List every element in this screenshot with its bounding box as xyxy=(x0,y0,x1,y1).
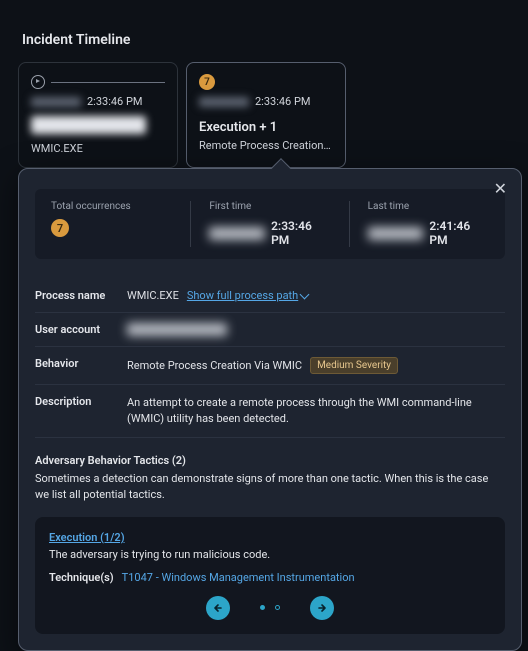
redacted-text xyxy=(209,227,265,240)
tactics-heading: Adversary Behavior Tactics (2) xyxy=(35,454,505,467)
behavior-label: Behavior xyxy=(35,357,127,374)
technique-link[interactable]: T1047 - Windows Management Instrumentati… xyxy=(122,571,355,584)
show-full-path-link[interactable]: Show full process path xyxy=(187,289,308,302)
redacted-text xyxy=(127,323,227,336)
description-label: Description xyxy=(35,395,127,427)
page-dot-active[interactable] xyxy=(260,605,265,610)
tactic-description: The adversary is trying to run malicious… xyxy=(49,548,491,561)
redacted-text xyxy=(31,97,81,107)
card-title: Execution + 1 xyxy=(199,120,333,135)
timeline-row: 2:33:46 PM WMIC.EXE 7 2:33:46 PM Executi… xyxy=(0,62,528,168)
chevron-down-icon xyxy=(300,289,310,299)
play-icon xyxy=(31,75,45,89)
occurrence-summary: Total occurrences 7 First time 2:33:46 P… xyxy=(35,189,505,259)
redacted-text xyxy=(368,227,424,240)
tactic-card: Execution (1/2) The adversary is trying … xyxy=(35,517,505,634)
tactics-body: Sometimes a detection can demonstrate si… xyxy=(35,471,505,503)
detail-popover: ✕ Total occurrences 7 First time 2:33:46… xyxy=(18,168,522,651)
page-dot[interactable] xyxy=(275,605,280,610)
process-name-label: Process name xyxy=(35,289,127,302)
arrow-right-icon xyxy=(316,602,328,614)
prev-button[interactable] xyxy=(206,596,230,620)
card-subtitle: WMIC.EXE xyxy=(31,142,165,155)
behavior-value: Remote Process Creation Via WMIC xyxy=(127,359,302,372)
first-time-value: 2:33:46 PM xyxy=(271,219,331,247)
timestamp: 2:33:46 PM xyxy=(87,95,143,108)
redacted-text xyxy=(31,116,146,134)
redacted-text xyxy=(199,97,249,107)
tactic-pager xyxy=(49,596,491,620)
count-badge: 7 xyxy=(199,74,215,90)
section-title: Incident Timeline xyxy=(0,0,528,62)
severity-badge: Medium Severity xyxy=(310,357,398,374)
technique-label: Technique(s) xyxy=(49,571,114,584)
timestamp: 2:33:46 PM xyxy=(255,95,311,108)
connector-line xyxy=(51,82,165,83)
tactic-title-link[interactable]: Execution (1/2) xyxy=(49,531,125,544)
last-time-label: Last time xyxy=(368,201,489,212)
arrow-left-icon xyxy=(212,602,224,614)
card-subtitle: Remote Process Creation … xyxy=(199,139,333,152)
next-button[interactable] xyxy=(310,596,334,620)
process-name-value: WMIC.EXE xyxy=(127,289,179,302)
close-icon[interactable]: ✕ xyxy=(490,175,511,202)
timeline-card-active[interactable]: 7 2:33:46 PM Execution + 1 Remote Proces… xyxy=(186,62,346,168)
occ-total-badge: 7 xyxy=(51,219,69,237)
first-time-label: First time xyxy=(209,201,330,212)
last-time-value: 2:41:46 PM xyxy=(429,219,489,247)
timeline-card[interactable]: 2:33:46 PM WMIC.EXE xyxy=(18,62,178,168)
description-value: An attempt to create a remote process th… xyxy=(127,395,505,427)
user-account-label: User account xyxy=(35,323,127,336)
occ-total-label: Total occurrences xyxy=(51,201,172,212)
